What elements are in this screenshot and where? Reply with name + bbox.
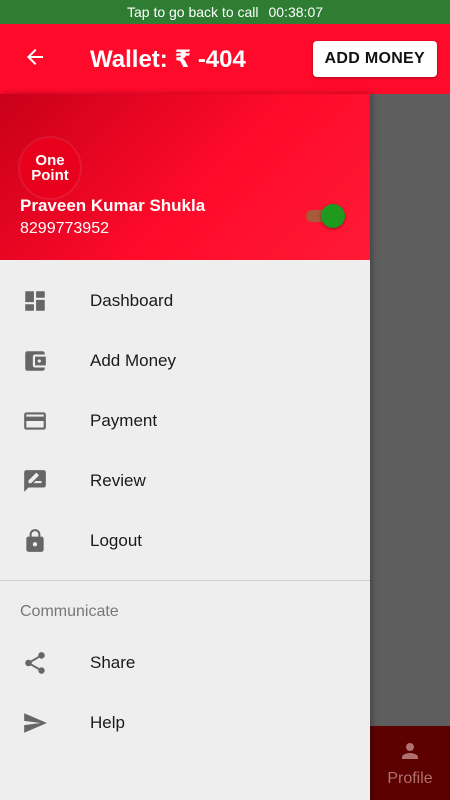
send-icon: [0, 710, 90, 736]
add-money-button[interactable]: ADD MONEY: [312, 41, 437, 77]
navigation-drawer: One Point Praveen Kumar Shukla 829977395…: [0, 94, 370, 800]
menu-label-payment: Payment: [90, 411, 158, 430]
menu-item-dashboard[interactable]: Dashboard: [0, 271, 370, 331]
app-bar: Wallet: ₹ -404 ADD MONEY: [0, 24, 450, 94]
back-button[interactable]: [0, 24, 70, 94]
menu-item-add-money[interactable]: Add Money: [0, 331, 370, 391]
share-icon: [0, 650, 90, 676]
toggle-thumb: [321, 204, 345, 228]
menu-item-payment[interactable]: Payment: [0, 391, 370, 451]
bottom-nav-profile[interactable]: Profile: [370, 726, 450, 800]
return-to-call-text: Tap to go back to call: [126, 4, 259, 20]
arrow-back-icon: [23, 45, 47, 74]
onepoint-logo: One Point: [20, 138, 80, 198]
return-to-call-bar[interactable]: Tap to go back to call 00:38:07: [0, 0, 450, 24]
call-timer: 00:38:07: [268, 4, 324, 20]
menu-label-logout: Logout: [90, 531, 142, 550]
communicate-section-title: Communicate: [20, 603, 119, 620]
drawer-menu: Dashboard Add Money Payment Review Logou…: [0, 260, 370, 571]
menu-item-review[interactable]: Review: [0, 451, 370, 511]
menu-item-help[interactable]: Help: [0, 693, 370, 753]
credit-card-icon: [0, 408, 90, 434]
wallet-icon: [0, 348, 90, 374]
profile-label: Profile: [387, 769, 433, 787]
person-icon: [398, 739, 422, 770]
status-toggle[interactable]: [304, 204, 346, 228]
dashboard-icon: [0, 288, 90, 314]
user-name: Praveen Kumar Shukla: [20, 196, 206, 215]
menu-item-share[interactable]: Share: [0, 633, 370, 693]
menu-label-help: Help: [90, 713, 125, 732]
lock-icon: [0, 528, 90, 554]
drawer-header: One Point Praveen Kumar Shukla 829977395…: [0, 94, 370, 260]
menu-label-dashboard: Dashboard: [90, 291, 174, 310]
drawer-scrim[interactable]: [370, 94, 450, 800]
wallet-balance-title: Wallet: ₹ -404: [90, 45, 246, 73]
user-phone: 8299773952: [20, 220, 109, 237]
rate-review-icon: [0, 468, 90, 494]
menu-label-add-money: Add Money: [90, 351, 176, 370]
menu-label-review: Review: [90, 471, 146, 490]
menu-label-share: Share: [90, 653, 136, 672]
menu-item-logout[interactable]: Logout: [0, 511, 370, 571]
